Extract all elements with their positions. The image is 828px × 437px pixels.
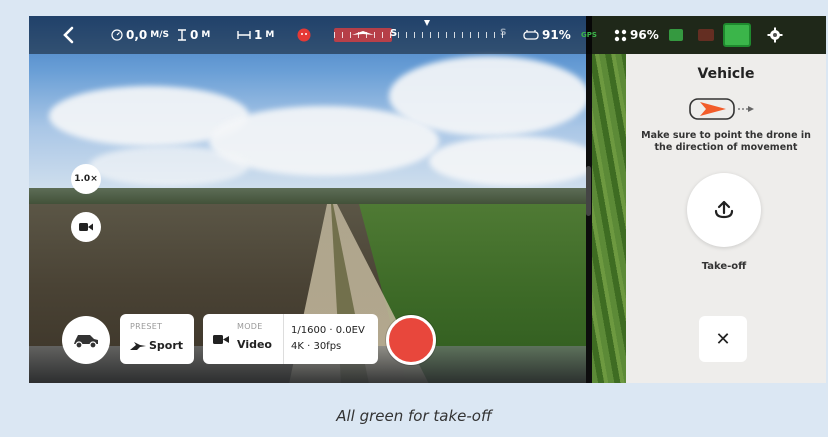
distance-readout: 1 M [237, 16, 274, 54]
preset-value: Sport [149, 339, 184, 352]
figure-caption: All green for take-off [336, 407, 492, 425]
takeoff-panel: Vehicle Make sure to point the drone in … [626, 54, 826, 383]
controller-battery: 91% [523, 16, 571, 54]
camera-mode-button[interactable] [71, 212, 101, 242]
altitude-value: 0 [190, 28, 199, 42]
exposure-setting[interactable]: 1/1600 · 0.0EV [291, 325, 365, 336]
ready-status-square [723, 23, 751, 47]
propeller-icon [614, 29, 627, 41]
cloud [89, 146, 249, 186]
record-button[interactable] [386, 315, 436, 365]
resolution-setting[interactable]: 4K · 30fps [291, 341, 341, 352]
drone-battery-value: 96% [630, 28, 659, 42]
zoom-label: 1.0× [74, 174, 98, 184]
altitude-icon [178, 29, 186, 41]
close-icon: ✕ [715, 328, 731, 350]
car-icon [74, 335, 98, 349]
vehicle-mode-button[interactable] [62, 316, 110, 364]
heading-marker [424, 20, 430, 26]
figure-frame: 1.0× PRESET Sport MODE Video 1/1600 · 0.… [0, 0, 828, 437]
close-button[interactable]: ✕ [699, 316, 747, 362]
red-status-dot [698, 29, 714, 41]
mode-label: MODE [237, 322, 263, 331]
settings-button[interactable] [767, 16, 783, 54]
alert-indicator[interactable] [297, 16, 311, 54]
distance-value: 1 [254, 28, 263, 42]
gps-status: GPS [581, 16, 597, 54]
cloud [389, 56, 586, 136]
speed-unit: M/S [150, 30, 169, 40]
panel-title: Vehicle [697, 66, 755, 82]
altitude-readout: 0 M [177, 16, 210, 54]
speed-readout: 0,0 M/S [111, 16, 169, 54]
back-icon [63, 26, 74, 44]
app-screen: 1.0× PRESET Sport MODE Video 1/1600 · 0.… [29, 16, 826, 383]
preset-label: PRESET [130, 322, 163, 331]
preset-selector[interactable]: PRESET Sport [120, 314, 194, 364]
drone-silhouette-icon [352, 31, 374, 35]
status-bar: 0,0 M/S 0 M 1 M S S 91% GPS 96% [29, 16, 826, 54]
heading-letter-right: S [500, 28, 507, 38]
panel-hint: Make sure to point the drone in the dire… [641, 130, 811, 153]
cloud [429, 136, 586, 186]
signal-indicators [669, 16, 751, 54]
speedometer-icon [111, 29, 123, 41]
takeoff-icon [714, 200, 734, 219]
secondary-view-strip [592, 54, 626, 383]
takeoff-label: Take-off [701, 261, 747, 272]
green-status-dot [669, 29, 683, 41]
speed-value: 0,0 [126, 28, 148, 42]
controller-icon [523, 30, 539, 40]
camera-mode-selector[interactable]: MODE Video 1/1600 · 0.0EV 4K · 30fps [203, 314, 378, 364]
sport-icon [130, 342, 146, 350]
heading-letter: S [390, 28, 398, 39]
split-handle[interactable] [586, 166, 591, 216]
altitude-unit: M [201, 30, 211, 40]
controller-battery-value: 91% [542, 28, 571, 42]
drone-battery: 96% [614, 16, 659, 54]
takeoff-button[interactable] [687, 173, 761, 247]
video-camera-icon [79, 223, 93, 231]
heading-indicator: S S [334, 20, 507, 42]
settings-icon [767, 27, 783, 43]
gps-label: GPS [581, 31, 597, 39]
video-icon [213, 335, 229, 344]
drone-direction-icon [689, 98, 754, 120]
mode-value: Video [237, 338, 272, 351]
distance-unit: M [265, 30, 275, 40]
mode-divider [283, 314, 284, 364]
alert-icon [297, 28, 311, 42]
back-button[interactable] [62, 16, 74, 54]
distance-icon [237, 31, 251, 39]
camera-feed[interactable]: 1.0× PRESET Sport MODE Video 1/1600 · 0.… [29, 16, 586, 383]
zoom-button[interactable]: 1.0× [71, 164, 101, 194]
